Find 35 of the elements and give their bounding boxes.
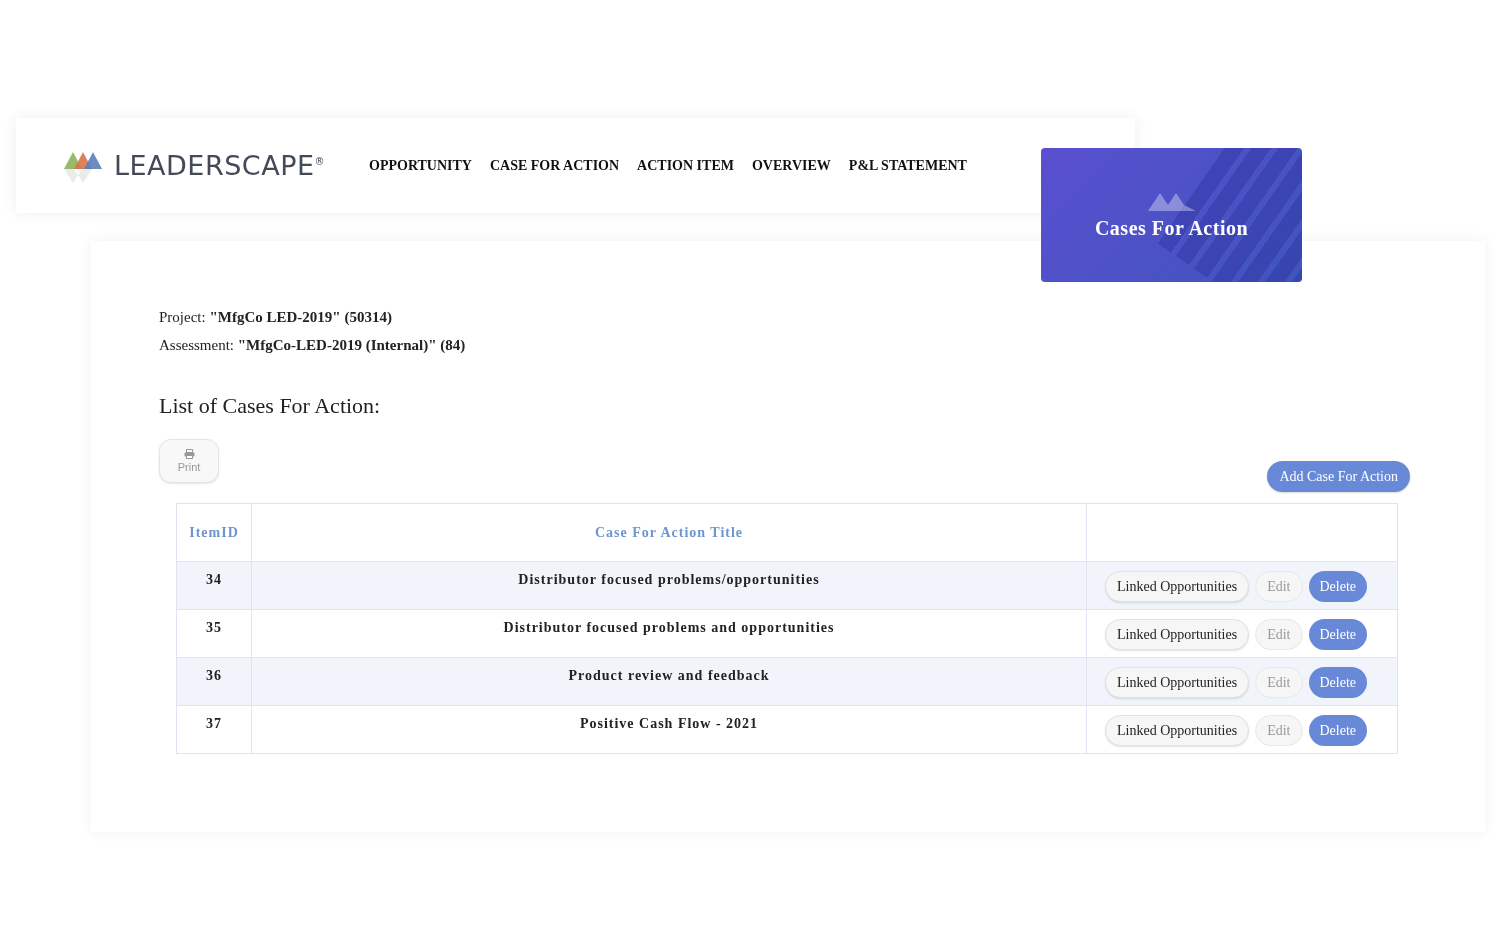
delete-button[interactable]: Delete	[1308, 619, 1368, 650]
nav-link[interactable]: CASE FOR ACTION	[489, 157, 620, 174]
column-header[interactable]: Case For Action Title	[251, 503, 1087, 562]
delete-button[interactable]: Delete	[1308, 667, 1368, 698]
edit-button[interactable]: Edit	[1255, 667, 1303, 698]
linked-opportunities-button[interactable]: Linked Opportunities	[1105, 715, 1250, 746]
edit-button[interactable]: Edit	[1255, 571, 1303, 602]
nav-link[interactable]: OVERVIEW	[751, 157, 831, 174]
table-cell: 36	[176, 657, 252, 706]
table-cell: 34	[176, 561, 252, 610]
nav-link[interactable]: ACTION ITEM	[637, 157, 734, 174]
table-cell: Product review and feedback	[251, 657, 1087, 706]
linked-opportunities-button[interactable]: Linked Opportunities	[1105, 571, 1250, 602]
delete-button[interactable]: Delete	[1308, 571, 1368, 602]
table-cell: 35	[176, 609, 252, 658]
print-button[interactable]: Print	[159, 439, 219, 483]
linked-opportunities-button[interactable]: Linked Opportunities	[1105, 667, 1250, 698]
info-line: Project: "MfgCo LED-2019" (50314)	[159, 308, 393, 327]
add-case-button[interactable]: Add Case For Action	[1267, 461, 1410, 492]
table-cell: Distributor focused problems and opportunities	[251, 609, 1087, 658]
info-line: Assessment: "MfgCo-LED-2019 (Internal)" (84)	[159, 336, 467, 355]
nav-link[interactable]: P&L STATEMENT	[848, 157, 967, 174]
table-cell: Distributor focused problems/opportunities	[251, 561, 1087, 610]
logo-text: LEADERSCAPE$^{®}$	[114, 150, 325, 181]
edit-button[interactable]: Edit	[1255, 715, 1303, 746]
edit-button[interactable]: Edit	[1255, 619, 1303, 650]
list-title: List of Cases For Action:	[159, 393, 382, 419]
delete-button[interactable]: Delete	[1308, 715, 1368, 746]
column-header[interactable]: ItemID	[176, 503, 252, 562]
banner-title: Cases For Action	[1094, 216, 1249, 240]
nav-link[interactable]: OPPORTUNITY	[369, 157, 472, 174]
table-cell: 37	[176, 705, 252, 754]
linked-opportunities-button[interactable]: Linked Opportunities	[1105, 619, 1250, 650]
printer-icon	[183, 449, 195, 459]
table-cell: Positive Cash Flow - 2021	[251, 705, 1087, 754]
